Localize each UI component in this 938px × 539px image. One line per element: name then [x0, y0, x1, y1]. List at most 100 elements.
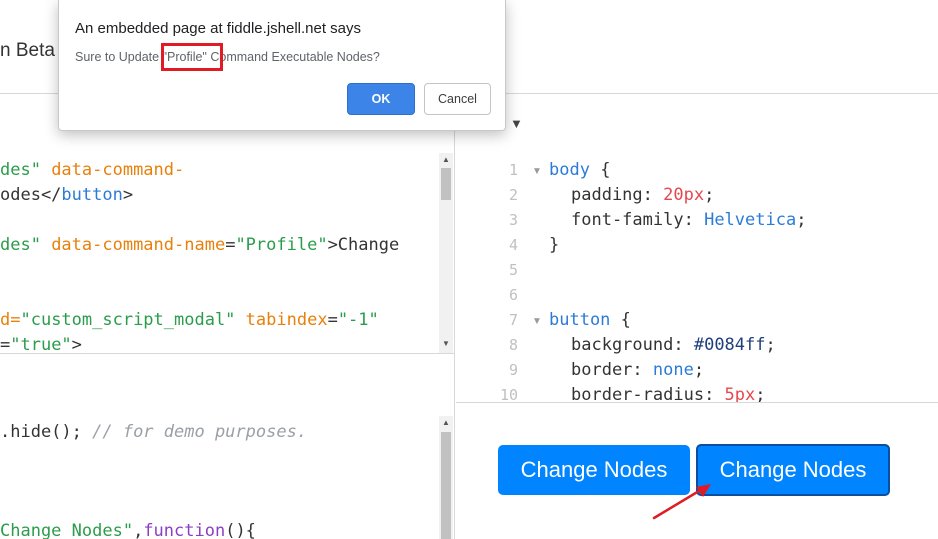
scrollbar-thumb[interactable]: [441, 168, 451, 200]
code-token: :: [683, 210, 705, 230]
code-token: "custom_script_modal": [20, 310, 236, 330]
dialog-message: Sure to Update "Profile" Command Executa…: [75, 50, 380, 64]
code-token: >: [122, 185, 134, 205]
code-token: d=: [0, 310, 21, 330]
line-number: 10: [499, 386, 518, 403]
line-number: 6: [508, 286, 518, 304]
code-token: Change_Nodes": [0, 521, 134, 539]
line-number: 2: [508, 186, 518, 204]
code-token: tabindex: [245, 310, 328, 330]
code-token: data-command-name: [51, 235, 226, 255]
code-line: border-radius: 5px;: [571, 383, 766, 403]
code-line: padding: 20px;: [571, 183, 714, 208]
code-token: ;: [765, 335, 776, 355]
code-token: data-command-: [51, 160, 185, 180]
code-token: >: [71, 335, 82, 353]
code-token: .hide();: [0, 422, 93, 442]
code-token: font-family: [571, 210, 684, 230]
line-number: 5: [508, 261, 518, 279]
scroll-down-icon[interactable]: ▼: [439, 339, 453, 348]
css-editor-pane[interactable]: 1 2 3 4 5 6 7 8 9 10 ▼ ▼ body { padding:…: [456, 95, 938, 403]
code-token: border-radius: [571, 385, 705, 403]
code-token: odes</: [0, 185, 62, 205]
brand-title: n Beta: [0, 40, 55, 61]
js-editor-pane[interactable]: .hide(); // for demo purposes. Change_No…: [0, 353, 455, 539]
code-line: border: none;: [571, 358, 704, 383]
code-token: des": [0, 160, 52, 180]
code-token: function: [143, 521, 226, 539]
scroll-up-icon[interactable]: ▲: [439, 418, 453, 427]
code-token: ;: [693, 360, 705, 380]
caret-down-icon[interactable]: ▼: [510, 116, 523, 131]
code-token: =: [225, 235, 236, 255]
dialog-title: An embedded page at fiddle.jshell.net sa…: [75, 20, 362, 37]
code-token: background: [571, 335, 674, 355]
code-line: .hide(); // for demo purposes.: [0, 420, 307, 445]
html-editor-pane[interactable]: des" data-command- odes</button> des" da…: [0, 95, 455, 353]
code-line: d="custom_script_modal" tabindex="-1": [0, 308, 379, 333]
code-line: }: [549, 233, 559, 258]
code-line: button {: [549, 308, 631, 333]
code-token: ;: [755, 385, 766, 403]
code-token: =: [0, 335, 11, 353]
code-token: button: [61, 185, 123, 205]
code-token: none: [652, 360, 694, 380]
code-token: }: [549, 235, 560, 255]
cancel-button[interactable]: Cancel: [424, 83, 491, 115]
code-line: des" data-command-: [0, 158, 184, 183]
code-token: "Profile": [235, 235, 328, 255]
code-line: des" data-command-name="Profile">Change: [0, 233, 399, 258]
code-token: 5px: [724, 385, 756, 403]
line-number: 7: [508, 311, 518, 329]
code-token: Helvetica: [704, 210, 797, 230]
scrollbar-thumb[interactable]: [441, 432, 451, 539]
js-scrollbar[interactable]: ▲: [439, 416, 453, 539]
code-token: :: [642, 185, 664, 205]
code-line: ="true">: [0, 333, 82, 353]
code-token: 20px: [663, 185, 705, 205]
highlight-box: [161, 43, 223, 71]
code-token: ;: [704, 185, 715, 205]
code-token: // for demo purposes.: [92, 422, 308, 442]
code-token: >Change: [327, 235, 400, 255]
scroll-up-icon[interactable]: ▲: [439, 155, 453, 164]
code-token: {: [589, 160, 611, 180]
code-token: border: [571, 360, 633, 380]
dialog-message-suffix: Command Executable Nodes?: [206, 50, 380, 64]
html-code[interactable]: des" data-command- odes</button> des" da…: [0, 158, 399, 353]
code-token: :: [673, 335, 694, 355]
code-token: :: [632, 360, 653, 380]
code-token: ;: [796, 210, 807, 230]
code-token: body: [549, 160, 590, 180]
line-number: 9: [508, 361, 518, 379]
css-code[interactable]: body { padding: 20px; font-family: Helve…: [549, 158, 806, 402]
change-nodes-profile-button[interactable]: Change Nodes: [696, 444, 890, 496]
confirm-dialog: An embedded page at fiddle.jshell.net sa…: [58, 0, 506, 131]
html-scrollbar[interactable]: ▲ ▼: [439, 153, 453, 353]
code-token: button: [549, 310, 611, 330]
line-number: 4: [508, 236, 518, 254]
code-line: body {: [549, 158, 610, 183]
code-token: =: [327, 310, 338, 330]
code-line: odes</button>: [0, 183, 133, 208]
code-token: des": [0, 235, 52, 255]
code-token: :: [704, 385, 725, 403]
line-number: 3: [508, 211, 518, 229]
line-number: 1: [508, 161, 518, 179]
fold-arrow-icon[interactable]: ▼: [532, 166, 542, 177]
dialog-message-prefix: Sure to Update: [75, 50, 163, 64]
js-code[interactable]: .hide(); // for demo purposes. Change_No…: [0, 420, 307, 539]
code-token: ,: [133, 521, 144, 539]
code-line: background: #0084ff;: [571, 333, 776, 358]
fold-arrow-icon[interactable]: ▼: [532, 316, 542, 327]
code-token: "true": [10, 335, 72, 353]
code-token: padding: [571, 185, 643, 205]
code-line: font-family: Helvetica;: [571, 208, 806, 233]
ok-button[interactable]: OK: [347, 83, 415, 115]
code-line: Change_Nodes",function(){: [0, 519, 256, 539]
red-arrow-icon: [652, 484, 711, 520]
code-token: (){: [225, 521, 256, 539]
line-number: 8: [508, 336, 518, 354]
code-token: "-1": [337, 310, 379, 330]
